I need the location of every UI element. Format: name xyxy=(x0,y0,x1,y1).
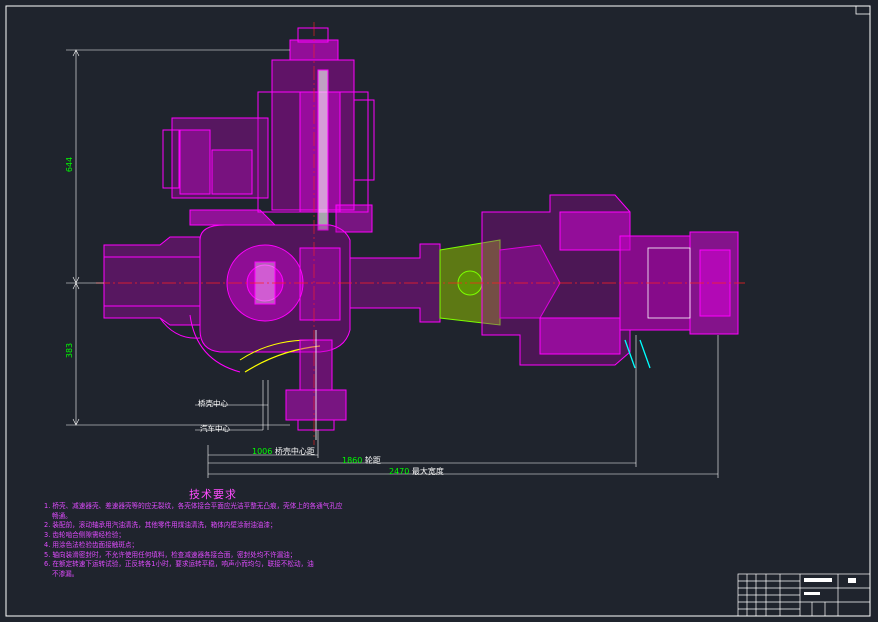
dim-axle-center-label: 桥壳中心距 xyxy=(274,447,315,456)
upper-gear-housing xyxy=(162,27,375,233)
wheel-hub-assembly xyxy=(481,194,739,369)
cad-drawing-canvas: 644 383 1006 桥壳中心距 1860 轮距 2470 最大宽度 桥壳中… xyxy=(0,0,878,622)
dim-height-upper: 644 xyxy=(65,156,75,173)
tech-requirement-item: 3. 齿轮啮合侧隙需经检验； xyxy=(44,531,125,540)
dim-max-width-value: 2470 xyxy=(389,467,410,476)
dim-track-label: 轮距 xyxy=(364,456,381,465)
tech-requirement-item: 2. 装配前，滚动轴承用汽油清洗，其他零件用煤油清洗，箱体内壁涂耐油油漆； xyxy=(44,521,277,530)
dim-track: 1860 轮距 xyxy=(342,455,381,466)
tech-requirements-list: 1. 桥壳、减速器壳、差速器壳等的应无裂纹，各壳体接合平面应光洁平整无凸痕，壳体… xyxy=(44,502,424,580)
tech-requirement-item: 1. 桥壳、减速器壳、差速器壳等的应无裂纹，各壳体接合平面应光洁平整无凸痕，壳体… xyxy=(44,502,343,510)
dim-track-value: 1860 xyxy=(342,456,363,465)
dim-height-lower: 383 xyxy=(65,342,75,359)
dim-axle-center-value: 1006 xyxy=(252,447,273,456)
tech-requirement-item: 不渗漏。 xyxy=(52,569,79,578)
dim-max-width-label: 最大宽度 xyxy=(411,467,444,476)
dim-max-width: 2470 最大宽度 xyxy=(389,466,444,477)
label-vehicle-center-line: 汽车中心 xyxy=(200,424,230,433)
corner-tag xyxy=(855,5,871,15)
tech-requirements-title: 技术要求 xyxy=(189,488,237,501)
tech-requirement-item: 6. 在额定转速下运转试验，正反转各1小时，要求运转平稳，响声小而均匀，联接不松… xyxy=(44,560,314,569)
tech-requirement-item: 畅通。 xyxy=(52,511,72,520)
dim-axle-center: 1006 桥壳中心距 xyxy=(252,446,315,457)
label-axle-center-line: 桥壳中心 xyxy=(198,399,228,408)
left-axle-housing xyxy=(103,236,201,339)
tech-requirement-item: 5. 轴向装滑密封时，不允许使用任何填料，检查减速器各接合面，密封处均不许漏油； xyxy=(44,550,297,559)
tech-requirement-item: 4. 用涂色法检验齿面接触斑点； xyxy=(44,540,139,549)
